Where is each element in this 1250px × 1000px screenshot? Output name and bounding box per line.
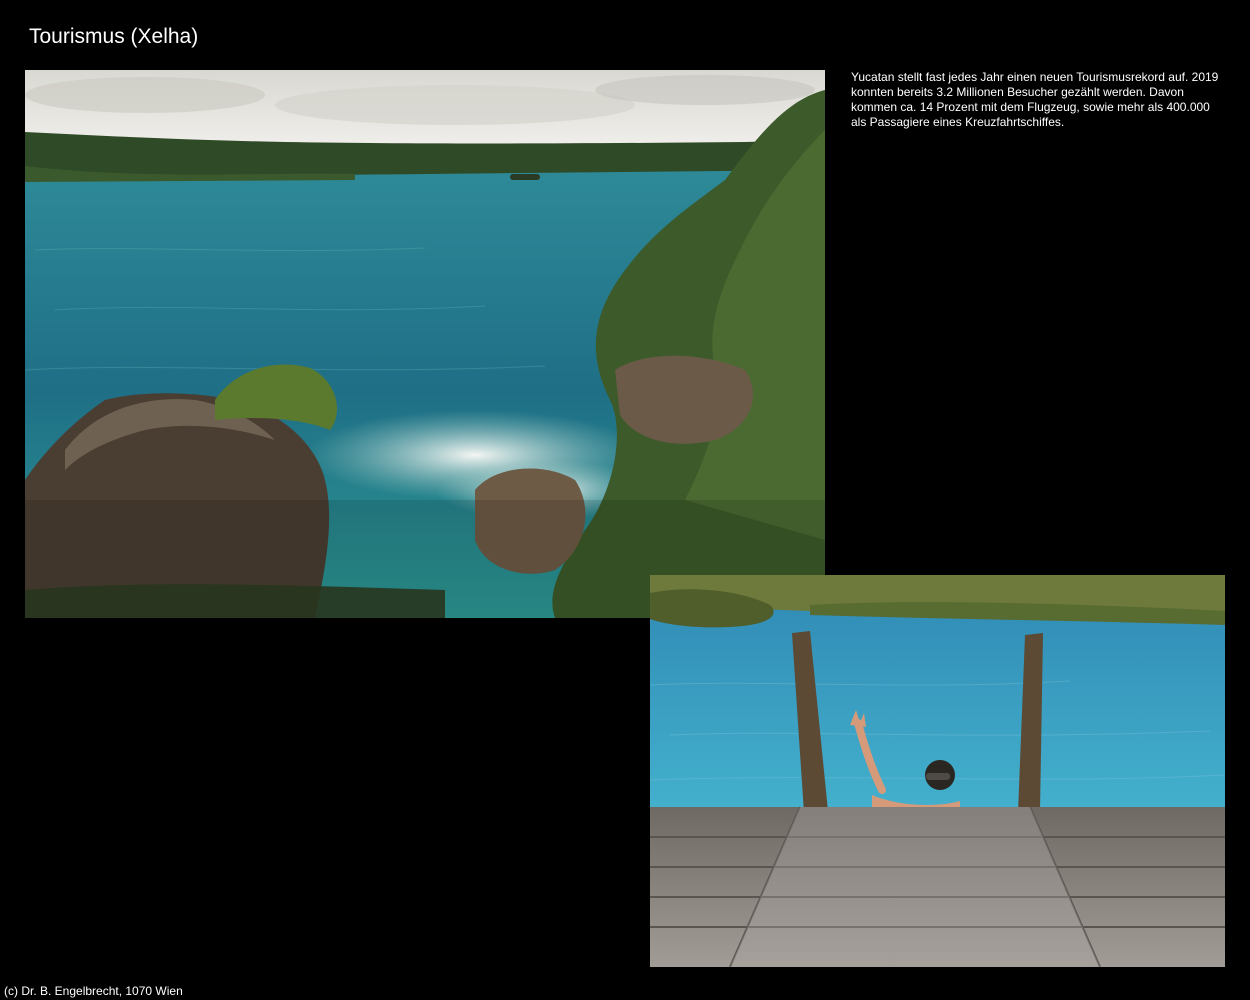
dock-swimmer-photo — [650, 575, 1225, 967]
lagoon-rocks-photo — [25, 70, 825, 618]
page-title: Tourismus (Xelha) — [29, 25, 199, 48]
description-text: Yucatan stellt fast jedes Jahr einen neu… — [851, 70, 1219, 129]
copyright-footer: (c) Dr. B. Engelbrecht, 1070 Wien — [4, 984, 183, 998]
